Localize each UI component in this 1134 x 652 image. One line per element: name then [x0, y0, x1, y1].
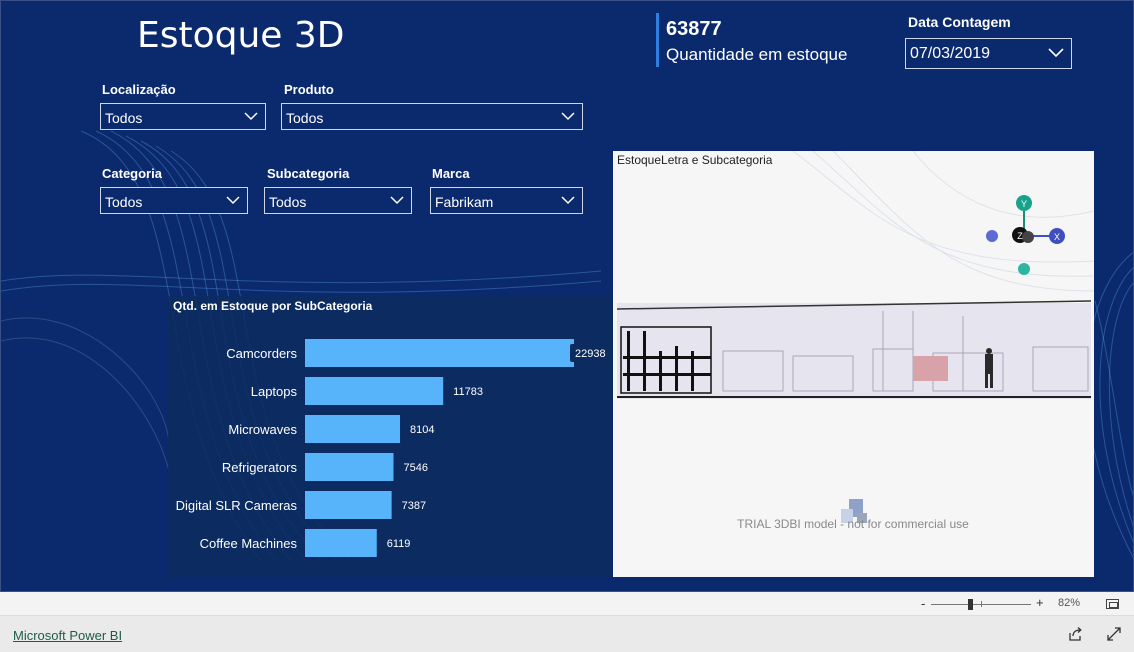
- bar[interactable]: [305, 377, 444, 405]
- slicer-categoria-dropdown[interactable]: Todos: [100, 187, 248, 214]
- trial-watermark: TRIAL 3DBI model - not for commercial us…: [737, 517, 969, 531]
- chevron-down-icon: [390, 196, 404, 205]
- slicer-produto-value: Todos: [286, 110, 324, 126]
- bar[interactable]: [305, 453, 394, 481]
- bar-data-label: 11783: [453, 386, 483, 398]
- date-slicer-value: 07/03/2019: [910, 45, 991, 62]
- slicer-localizacao-dropdown[interactable]: Todos: [100, 103, 266, 130]
- slicer-label-categoria: Categoria: [102, 166, 162, 181]
- kpi-accent-bar: [656, 13, 659, 67]
- scene-waves: [792, 151, 1094, 292]
- bar-category-label: Digital SLR Cameras: [176, 498, 298, 513]
- bar-category-label: Microwaves: [228, 422, 297, 437]
- zoom-bar: - + 82%: [0, 592, 1134, 616]
- bar-chart-title: Qtd. em Estoque por SubCategoria: [173, 299, 373, 313]
- gizmo-neg-z-handle[interactable]: [1022, 231, 1034, 243]
- chevron-down-icon: [561, 196, 575, 205]
- bar-category-label: Refrigerators: [222, 460, 298, 475]
- slicer-localizacao-value: Todos: [105, 110, 143, 126]
- 3d-visual-title: EstoqueLetra e Subcategoria: [617, 153, 773, 167]
- bar-data-label: 22938: [575, 348, 606, 360]
- slicer-label-localizacao: Localização: [102, 82, 176, 97]
- gizmo-neg-x-handle[interactable]: [986, 230, 998, 242]
- bar-data-label: 8104: [410, 424, 434, 436]
- gizmo-y-label: Y: [1021, 199, 1027, 209]
- fit-to-page-icon[interactable]: [1106, 599, 1119, 609]
- gizmo-x-label: X: [1054, 232, 1060, 242]
- date-slicer-label: Data Contagem: [908, 14, 1011, 30]
- slicer-categoria-value: Todos: [105, 194, 143, 210]
- slicer-subcategoria-value: Todos: [269, 194, 307, 210]
- 3d-visual[interactable]: Y X Z EstoqueLetra e Subcategoria TRIAL …: [613, 151, 1094, 577]
- chevron-down-icon: [226, 196, 240, 205]
- bar-category-label: Camcorders: [226, 346, 297, 361]
- zoom-slider-tick: [981, 601, 982, 607]
- zoom-slider-thumb[interactable]: [968, 599, 973, 610]
- zoom-in-button[interactable]: +: [1036, 595, 1044, 610]
- bar[interactable]: [305, 491, 392, 519]
- bar-data-label: 7387: [402, 500, 426, 512]
- bar-chart: Camcorders 22938 Laptops 11783 Microwaves 810…: [176, 339, 612, 557]
- 3d-scene: Y X Z: [616, 151, 1094, 523]
- bar[interactable]: [305, 339, 574, 367]
- power-bi-link[interactable]: Microsoft Power BI: [13, 628, 122, 643]
- zoom-percent: 82%: [1058, 597, 1081, 609]
- slicer-label-marca: Marca: [432, 166, 470, 181]
- slicer-subcategoria-dropdown[interactable]: Todos: [264, 187, 412, 214]
- slicer-marca-dropdown[interactable]: Fabrikam: [430, 187, 583, 214]
- bar-chart-panel: Camcorders 22938 Laptops 11783 Microwaves 810…: [168, 296, 614, 577]
- slicer-marca-value: Fabrikam: [435, 194, 494, 210]
- gizmo-neg-y-handle[interactable]: [1018, 263, 1030, 275]
- bar[interactable]: [305, 529, 377, 557]
- bar[interactable]: [305, 415, 401, 443]
- kpi-value: 63877: [666, 18, 722, 40]
- bar-category-label: Coffee Machines: [200, 536, 298, 551]
- scene-floor: [617, 303, 1091, 399]
- chevron-down-icon: [561, 112, 575, 121]
- slicer-label-subcategoria: Subcategoria: [267, 166, 350, 181]
- expand-icon[interactable]: [1106, 626, 1122, 642]
- slicer-label-produto: Produto: [284, 82, 334, 97]
- bar-category-label: Laptops: [251, 384, 298, 399]
- share-icon[interactable]: [1067, 626, 1083, 642]
- footer: Microsoft Power BI: [0, 616, 1134, 652]
- axis-gizmo[interactable]: Y X Z: [986, 195, 1065, 275]
- scene-red-crate: [913, 356, 948, 381]
- bar-data-label: 6119: [387, 538, 411, 550]
- zoom-out-button[interactable]: -: [921, 596, 925, 611]
- page-title: Estoque 3D: [137, 15, 345, 56]
- bar-data-label: 7546: [403, 462, 427, 474]
- slicer-produto-dropdown[interactable]: Todos: [281, 103, 583, 130]
- chevron-down-icon: [1048, 48, 1064, 58]
- report-canvas: Estoque 3D 63877 Quantidade em estoque D…: [0, 0, 1134, 592]
- gizmo-z-label: Z: [1017, 231, 1023, 241]
- kpi-label: Quantidade em estoque: [666, 45, 848, 64]
- chevron-down-icon: [244, 112, 258, 121]
- date-slicer-dropdown[interactable]: 07/03/2019: [905, 38, 1072, 69]
